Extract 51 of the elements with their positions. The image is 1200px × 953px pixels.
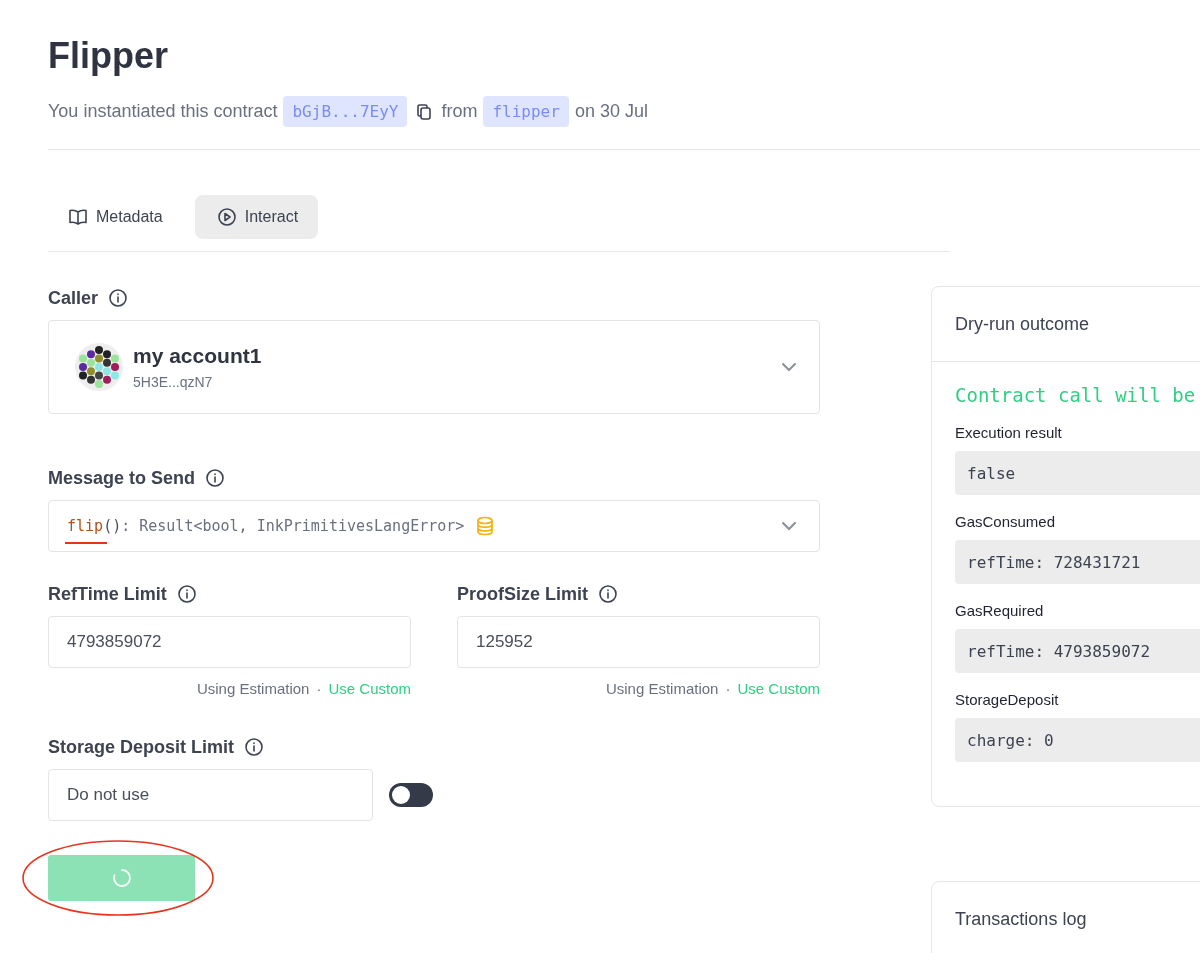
field-label: Caller xyxy=(48,287,99,309)
field-label: RefTime Limit xyxy=(48,583,167,605)
result-label: GasRequired xyxy=(955,602,1045,619)
subtitle-text: You instantiated this contract xyxy=(48,101,278,122)
info-icon[interactable] xyxy=(176,584,197,604)
chevron-down-icon xyxy=(781,521,797,531)
message-return-type: : Result<bool, InkPrimitivesLangError> xyxy=(121,517,465,535)
card-title: Dry-run outcome xyxy=(955,313,1090,335)
estimation-text: Using Estimation xyxy=(605,680,719,697)
copy-icon[interactable] xyxy=(415,102,434,121)
account-name: my account1 xyxy=(133,344,262,368)
info-icon[interactable] xyxy=(598,584,618,604)
result-label: StorageDeposit xyxy=(955,691,1060,708)
toggle-switch[interactable] xyxy=(389,783,433,807)
field-label: Storage Deposit Limit xyxy=(48,736,235,758)
info-icon[interactable] xyxy=(244,737,265,757)
tab[interactable]: Interact xyxy=(194,195,319,239)
account-address: 5H3E...qzN7 xyxy=(133,374,214,390)
from-text: from xyxy=(441,101,478,122)
status-message: Contract call will be xyxy=(955,384,1197,406)
limit-input[interactable]: 4793859072 xyxy=(48,616,411,668)
card-title: Transactions log xyxy=(955,908,1087,930)
message-select[interactable]: flip(): Result<bool, InkPrimitivesLangError> xyxy=(48,500,820,552)
date-text: on 30 Jul xyxy=(574,101,648,122)
result-label: Execution result xyxy=(955,424,1063,441)
chevron-down-icon xyxy=(781,362,797,372)
identicon-avatar xyxy=(75,343,123,391)
separator-dot: · xyxy=(316,680,322,697)
info-icon[interactable] xyxy=(205,468,226,488)
field-label: Message to Send xyxy=(48,467,196,489)
separator-dot: · xyxy=(725,680,731,697)
limit-input[interactable]: 125952 xyxy=(457,616,820,668)
result-value: refTime: 728431721 xyxy=(955,540,1200,584)
result-label: GasConsumed xyxy=(955,513,1057,530)
book-icon xyxy=(68,208,88,226)
storage-limit-input[interactable]: Do not use xyxy=(48,769,373,821)
info-icon[interactable] xyxy=(108,288,129,308)
account-select[interactable]: my account1 5H3E...qzN7 xyxy=(48,320,820,414)
play-circle-icon xyxy=(216,207,237,227)
result-value: false xyxy=(955,451,1200,495)
page-title: Flipper xyxy=(48,34,169,78)
field-label: ProofSize Limit xyxy=(457,583,588,605)
message-name: flip xyxy=(67,517,104,535)
result-value: charge: 0 xyxy=(955,718,1200,762)
code-name-chip: flipper xyxy=(483,96,569,127)
message-args: () xyxy=(103,517,122,535)
spinner-icon xyxy=(110,867,133,889)
result-value: refTime: 4793859072 xyxy=(955,629,1200,673)
tab[interactable]: Metadata xyxy=(48,195,183,239)
estimation-text: Using Estimation xyxy=(196,680,310,697)
address-chip: bGjB...7EyY xyxy=(283,96,408,127)
